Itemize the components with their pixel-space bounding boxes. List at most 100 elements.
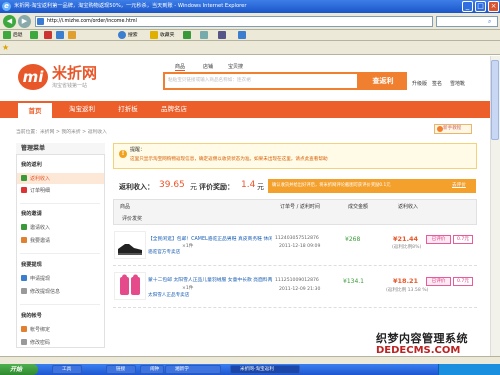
- comment-status-button[interactable]: 已评价: [426, 235, 451, 244]
- order-amount: ¥134.1: [343, 278, 364, 285]
- product-store-link[interactable]: 太阳雪人正品专卖店: [148, 292, 189, 298]
- site-name[interactable]: 米折网: [52, 64, 97, 82]
- search-tab-goods[interactable]: 商品: [175, 63, 186, 71]
- product-title-link[interactable]: 蒙十二包邮 太阳雪人正品儿童羽绒服 女童中长款 亮面料两件套: [148, 276, 272, 283]
- rebate-time: 2011-12-18 09:09: [279, 244, 321, 249]
- mail-icon[interactable]: [200, 31, 208, 39]
- taskbar-item-tools[interactable]: 工具: [52, 365, 82, 374]
- forward-arrow-icon[interactable]: ▶: [18, 15, 31, 28]
- sidebar-item-rebate-income[interactable]: 返利收入: [30, 175, 50, 182]
- order-detail-icon: [21, 187, 27, 193]
- watermark-line-1: 织梦内容管理系统: [376, 332, 468, 345]
- withdraw-info-icon: [21, 288, 27, 294]
- notice-text[interactable]: 这里只显示淘宝网购物返现信息，确定返佣以收货状态为准。如果未出现在这里，请点此查…: [130, 156, 328, 162]
- sidebar-item-invite-income[interactable]: 邀请收入: [30, 224, 50, 231]
- sidebar-item-apply-withdraw[interactable]: 申请提现: [30, 275, 50, 282]
- home-icon[interactable]: [68, 31, 76, 39]
- product-qty: ×1件: [182, 286, 194, 291]
- nav-discount[interactable]: 打折板: [108, 101, 148, 118]
- stop-icon[interactable]: [44, 31, 52, 39]
- col-header-order: 订单号 / 返利时间: [280, 204, 320, 210]
- rebate-rate: (返利比例8%): [392, 245, 422, 250]
- col-header-comment-bonus: 评价发奖: [122, 216, 143, 222]
- sidebar-title: 管理菜单: [16, 143, 105, 155]
- rebate-income-unit: 元: [190, 183, 197, 191]
- close-button[interactable]: ×: [488, 1, 499, 12]
- product-title-link[interactable]: 【全民闲逛】包邮！CAMEL骆驼正品男鞋 真皮商务鞋 休闲鞋: [148, 235, 272, 242]
- site-search-input[interactable]: 粘贴宝贝链接或输入商品名称如：连衣裙: [163, 72, 359, 90]
- sidebar-heading-account: 我的帐号: [21, 313, 42, 319]
- sidebar-heading-rebate: 我的返利: [21, 162, 42, 168]
- favorites-star-icon[interactable]: [150, 31, 158, 39]
- nav-home[interactable]: 首页: [18, 101, 52, 118]
- breadcrumb[interactable]: 当前位置：米折网 > 我的米折 > 返利收入: [16, 128, 107, 135]
- favorites-label[interactable]: 收藏夹: [160, 31, 174, 40]
- top-link-boots[interactable]: 雪地靴: [450, 80, 465, 87]
- invite-user-icon: [21, 237, 27, 243]
- invite-income-icon: [21, 224, 27, 230]
- history-icon[interactable]: [183, 31, 191, 39]
- back-icon[interactable]: [3, 31, 11, 39]
- order-number: 111251009012876: [275, 278, 319, 283]
- product-image[interactable]: [114, 231, 146, 259]
- top-link-sign[interactable]: 签名: [432, 80, 442, 87]
- col-header-product: 商品: [120, 204, 131, 210]
- system-tray[interactable]: [438, 364, 500, 375]
- product-qty: ×1件: [182, 244, 194, 249]
- comment-status-button[interactable]: 已评价: [426, 277, 451, 286]
- search-tab-baobei[interactable]: 宝贝搜: [228, 63, 243, 71]
- back-label[interactable]: 后退: [13, 31, 23, 40]
- scrollbar-thumb[interactable]: [491, 60, 499, 140]
- rebate-income-label: 返利收入：: [119, 183, 154, 191]
- favorites-bar-star-icon[interactable]: ★: [2, 43, 11, 52]
- start-button[interactable]: 开始: [0, 364, 38, 375]
- address-input[interactable]: http://i.mizhe.com/order/income.html: [35, 16, 433, 27]
- rebate-income-icon: [21, 175, 27, 181]
- lock-icon: [21, 339, 27, 345]
- print-icon[interactable]: [218, 31, 226, 39]
- sidebar-item-invite[interactable]: 我要邀请: [30, 237, 50, 244]
- forward-icon[interactable]: [30, 31, 38, 39]
- taskbar-item-clock[interactable]: 闹钟: [140, 365, 164, 374]
- rebate-income-amount: 39.65: [159, 180, 185, 190]
- sidebar-item-order-detail[interactable]: 订单明细: [30, 187, 50, 194]
- account-bind-icon: [21, 326, 27, 332]
- search-icon[interactable]: [118, 31, 126, 39]
- maximize-button[interactable]: □: [475, 1, 486, 12]
- check-rebate-button[interactable]: 查返利: [359, 72, 407, 90]
- product-store-link[interactable]: 骆驼官方专卖店: [148, 249, 180, 255]
- taskbar-item-links[interactable]: 链接: [106, 365, 136, 374]
- search-go-icon[interactable]: ⌕: [488, 18, 496, 25]
- taskbar-item-mizhe[interactable]: 米折网-淘宝返利: [230, 365, 300, 374]
- edit-icon[interactable]: [238, 31, 246, 39]
- product-image[interactable]: [114, 272, 146, 300]
- sidebar-heading-withdraw: 我要提现: [21, 262, 42, 268]
- sidebar-item-change-password[interactable]: 修改密码: [30, 339, 50, 346]
- site-slogan: 淘宝省钱第一站: [52, 83, 88, 89]
- back-arrow-icon[interactable]: ◀: [3, 15, 16, 28]
- nav-taobao-rebate[interactable]: 淘宝返利: [60, 101, 104, 118]
- search-label[interactable]: 搜索: [128, 31, 138, 40]
- window-title: 米折网-淘宝返利第一品牌，淘宝购物返现50%，一元秒杀，当天到账 - Windo…: [14, 3, 247, 9]
- minimize-button[interactable]: _: [462, 1, 473, 12]
- info-icon: !: [119, 150, 127, 158]
- col-header-amount: 成交金额: [348, 204, 369, 210]
- rebate-rate: (返利比例 13.58 %): [386, 288, 429, 293]
- rebate-time: 2011-12-09 21:30: [279, 287, 321, 292]
- notice-title: 提醒：: [130, 147, 146, 153]
- search-tab-shop[interactable]: 店铺: [203, 63, 213, 71]
- nav-brand-stores[interactable]: 品牌名店: [152, 101, 196, 118]
- withdraw-icon: [21, 275, 27, 281]
- refresh-icon[interactable]: [56, 31, 64, 39]
- sidebar-item-edit-withdraw-info[interactable]: 修改提现信息: [30, 288, 60, 295]
- window-title-bar: 米折网-淘宝返利第一品牌，淘宝购物返现50%，一元秒杀，当天到账 - Windo…: [0, 0, 500, 13]
- browser-status-bar: [0, 356, 500, 364]
- taskbar-item-xiangxin[interactable]: 湘新学: [165, 365, 221, 374]
- comment-reward-label: 评价奖励：: [199, 183, 234, 191]
- comment-reward-amount: 1.4: [241, 180, 256, 190]
- sidebar-item-account-bind[interactable]: 帐号绑定: [30, 326, 50, 333]
- go-comment-link[interactable]: 去评价: [452, 182, 466, 188]
- top-link-upgrade[interactable]: 升级版: [412, 80, 427, 87]
- site-logo-icon[interactable]: mi: [18, 64, 48, 90]
- watermark-line-2: DEDECMS.COM: [376, 345, 461, 356]
